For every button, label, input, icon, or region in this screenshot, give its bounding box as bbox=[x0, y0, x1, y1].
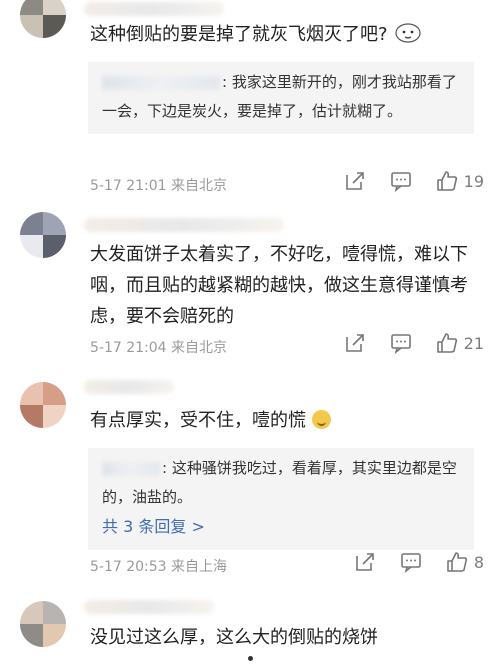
username-blurred[interactable] bbox=[84, 380, 174, 394]
page-indicator-dot bbox=[248, 656, 253, 661]
comment-actions: 19 bbox=[344, 170, 484, 192]
thumbs-up-icon bbox=[436, 333, 457, 353]
share-icon bbox=[345, 334, 364, 352]
share-button[interactable] bbox=[344, 332, 366, 354]
thumbs-up-icon bbox=[436, 171, 457, 191]
comment-text: 大发面饼子太着实了，不好吃，噎得慌，难以下咽，而且贴的越紧糊的越快，做这生意得谨… bbox=[90, 244, 468, 327]
comment-button[interactable] bbox=[390, 332, 412, 354]
comment-meta: 5-17 21:04 来自北京 bbox=[90, 340, 228, 356]
username-blurred[interactable] bbox=[84, 218, 284, 232]
comment-meta: 5-17 20:53 来自上海 bbox=[90, 559, 228, 575]
reply-box[interactable]: : 我家这里新开的，刚才我站那看了一会，下边是炭火，要是掉了，估计就糊了。 bbox=[88, 62, 474, 134]
avatar[interactable] bbox=[20, 601, 66, 647]
emoji-icon bbox=[311, 410, 331, 429]
comment-button[interactable] bbox=[400, 551, 422, 573]
comment-icon bbox=[390, 172, 411, 192]
reply-box[interactable]: : 这种骚饼我吃过，看着厚，其实里边都是空的，油盐的。 共 3 条回复 > bbox=[88, 448, 474, 550]
share-button[interactable] bbox=[354, 551, 376, 573]
username-blurred[interactable] bbox=[84, 600, 214, 614]
share-icon bbox=[356, 553, 374, 571]
comment-text: 这种倒贴的要是掉了就灰飞烟灭了吧? bbox=[90, 19, 480, 54]
like-count: 8 bbox=[473, 552, 484, 572]
comment-button[interactable] bbox=[390, 170, 412, 192]
avatar[interactable] bbox=[20, 212, 66, 258]
like-count: 19 bbox=[463, 171, 484, 191]
like-button[interactable]: 21 bbox=[436, 332, 484, 354]
reply-username-blurred bbox=[102, 461, 160, 476]
reply-username-blurred bbox=[102, 75, 220, 90]
like-button[interactable]: 8 bbox=[446, 551, 484, 573]
like-button[interactable]: 19 bbox=[436, 170, 484, 192]
sticker-icon bbox=[393, 20, 423, 54]
comment-meta: 5-17 21:01 来自北京 bbox=[90, 178, 228, 194]
comment-icon bbox=[401, 553, 421, 573]
comment-actions: 8 bbox=[354, 551, 484, 573]
comment-actions: 21 bbox=[344, 332, 484, 354]
comment-text: 没见过这么厚，这么大的倒贴的烧饼 bbox=[90, 627, 378, 648]
thumbs-up-icon bbox=[447, 552, 467, 572]
avatar[interactable] bbox=[20, 0, 66, 38]
share-button[interactable] bbox=[344, 170, 366, 192]
like-count: 21 bbox=[463, 333, 484, 353]
share-icon bbox=[345, 172, 364, 190]
comment-text: 有点厚实，受不住，噎的慌 bbox=[90, 405, 480, 436]
avatar[interactable] bbox=[20, 382, 66, 428]
more-replies-link[interactable]: 共 3 条回复 > bbox=[102, 512, 464, 542]
comment-icon bbox=[390, 334, 411, 354]
username-blurred[interactable] bbox=[84, 2, 224, 16]
